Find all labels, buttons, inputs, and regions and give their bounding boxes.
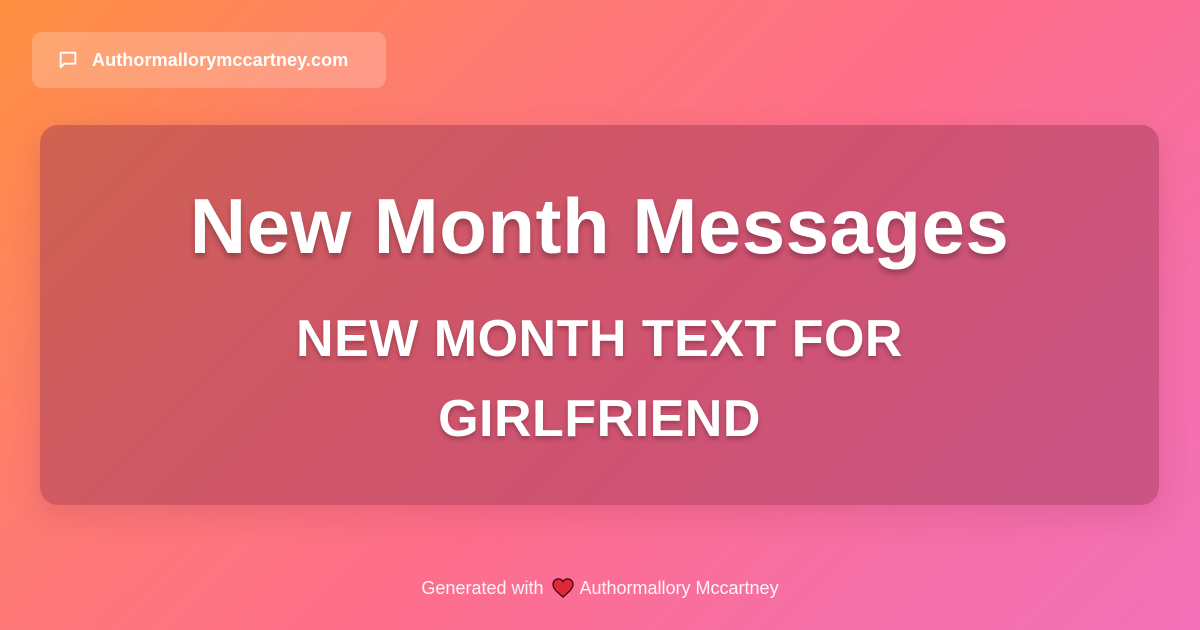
heart-icon (551, 578, 574, 598)
page-title: New Month Messages (189, 182, 1010, 270)
chat-bubble-icon (56, 48, 80, 72)
footer-credit: Generated with Authormallory Mccartney (0, 574, 1200, 602)
title-card: New Month Messages NEW MONTH TEXT FOR GI… (40, 125, 1159, 505)
site-badge[interactable]: Authormallorymccartney.com (32, 32, 386, 88)
footer-author: Authormallory Mccartney (579, 577, 779, 598)
page-subtitle: NEW MONTH TEXT FOR GIRLFRIEND (296, 310, 903, 448)
footer-prefix: Generated with (421, 577, 544, 598)
site-domain: Authormallorymccartney.com (92, 49, 349, 70)
